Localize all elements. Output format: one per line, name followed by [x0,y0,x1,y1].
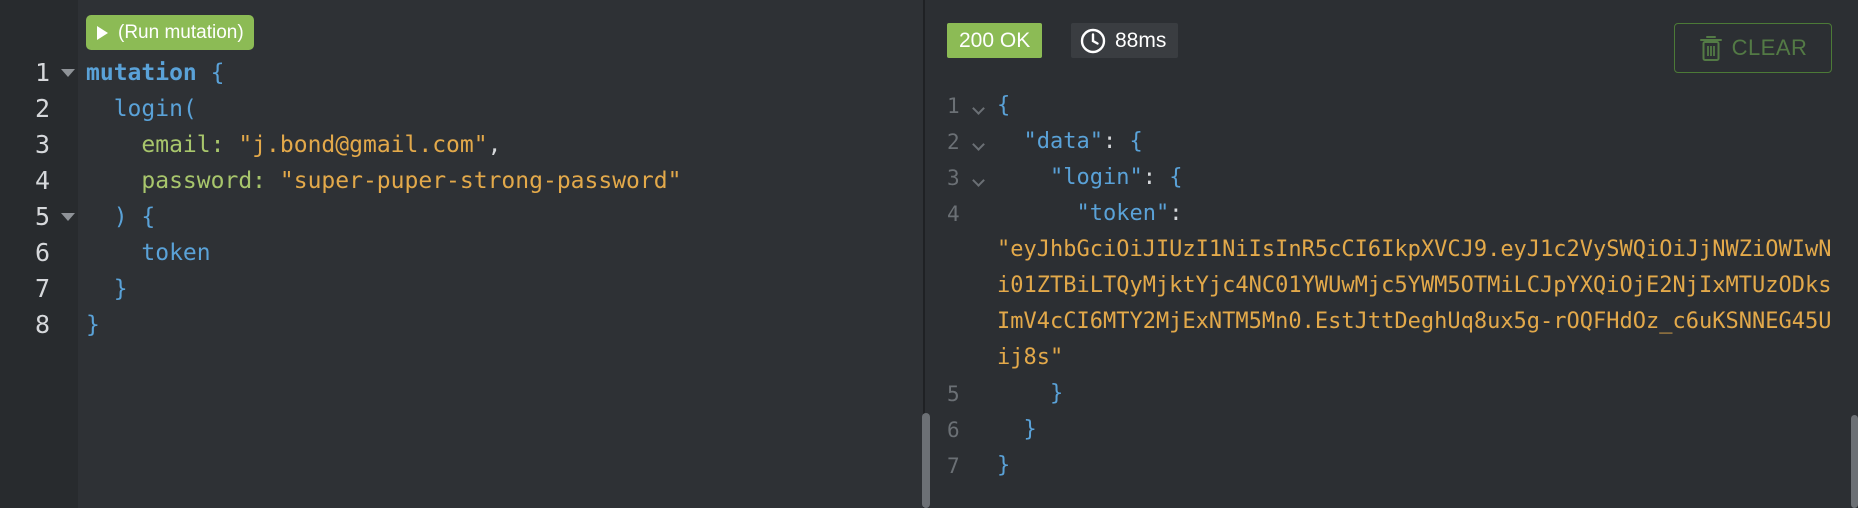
json-response: 1 { 2 "data": { 3 "login": { 4 "token": … [925,88,1858,484]
line-number: 1 [0,55,78,91]
result-scrollbar[interactable] [1851,415,1858,508]
response-time: 88ms [1115,29,1167,52]
code-line: token [141,240,211,266]
play-icon [97,25,108,40]
result-viewer: 200 OK 88ms CLEAR 1 { 2 "data": {3 "log… [925,0,1858,508]
status-badge: 200 OK [947,23,1043,58]
line-number: 8 [34,310,50,339]
graphql-playground: 1 2 3 4 5 6 7 8 (Run mutation) mutation … [0,0,1858,508]
code-line: ) { [113,204,156,230]
json-line: 5 } [947,381,1064,406]
json-line: "eyJhbGciOiJIUzI1NiIsInR5cCI6IkpXVCJ9.ey… [925,232,1858,376]
clock-icon [1080,28,1106,53]
fold-chevron-icon[interactable] [972,138,985,151]
json-line: 1 { [947,93,1011,118]
query-editor[interactable]: 1 2 3 4 5 6 7 8 (Run mutation) mutation … [0,0,930,508]
run-mutation-button[interactable]: (Run mutation) [86,15,254,50]
trash-icon [1699,36,1722,61]
line-number: 4 [34,166,50,195]
line-number: 2 [34,94,50,123]
line-number: 6 [34,238,50,267]
editor-scrollbar[interactable] [922,413,930,508]
response-time-badge: 88ms [1071,23,1179,58]
code-area[interactable]: (Run mutation) mutation { login( email: … [78,0,923,508]
run-button-label: (Run mutation) [118,22,244,43]
fold-chevron-icon[interactable] [972,174,985,187]
line-number: 7 [34,274,50,303]
line-number: 5 [0,199,78,235]
clear-button[interactable]: CLEAR [1674,23,1832,73]
token-value: "eyJhbGciOiJIUzI1NiIsInR5cCI6IkpXVCJ9.ey… [997,237,1832,370]
code-line: mutation { [86,60,225,86]
fold-arrow-icon[interactable] [61,213,75,221]
fold-arrow-icon[interactable] [61,69,75,77]
code-line: } [113,276,128,302]
code-line: } [86,312,100,338]
code-line: email: "j.bond@gmail.com", [141,132,502,158]
code-line: login( [113,96,197,122]
clear-label: CLEAR [1731,35,1808,60]
line-number: 3 [34,130,50,159]
fold-chevron-icon[interactable] [972,102,985,115]
json-line: 7 } [947,453,1011,478]
json-line: 4 "token": [947,201,1183,226]
json-line: 3 "login": { [947,165,1183,190]
json-line: 6 } [947,417,1037,442]
line-gutter: 1 2 3 4 5 6 7 8 [0,0,78,508]
json-line: 2 "data": { [947,129,1143,154]
code-line: password: "super-puper-strong-password" [141,168,682,194]
